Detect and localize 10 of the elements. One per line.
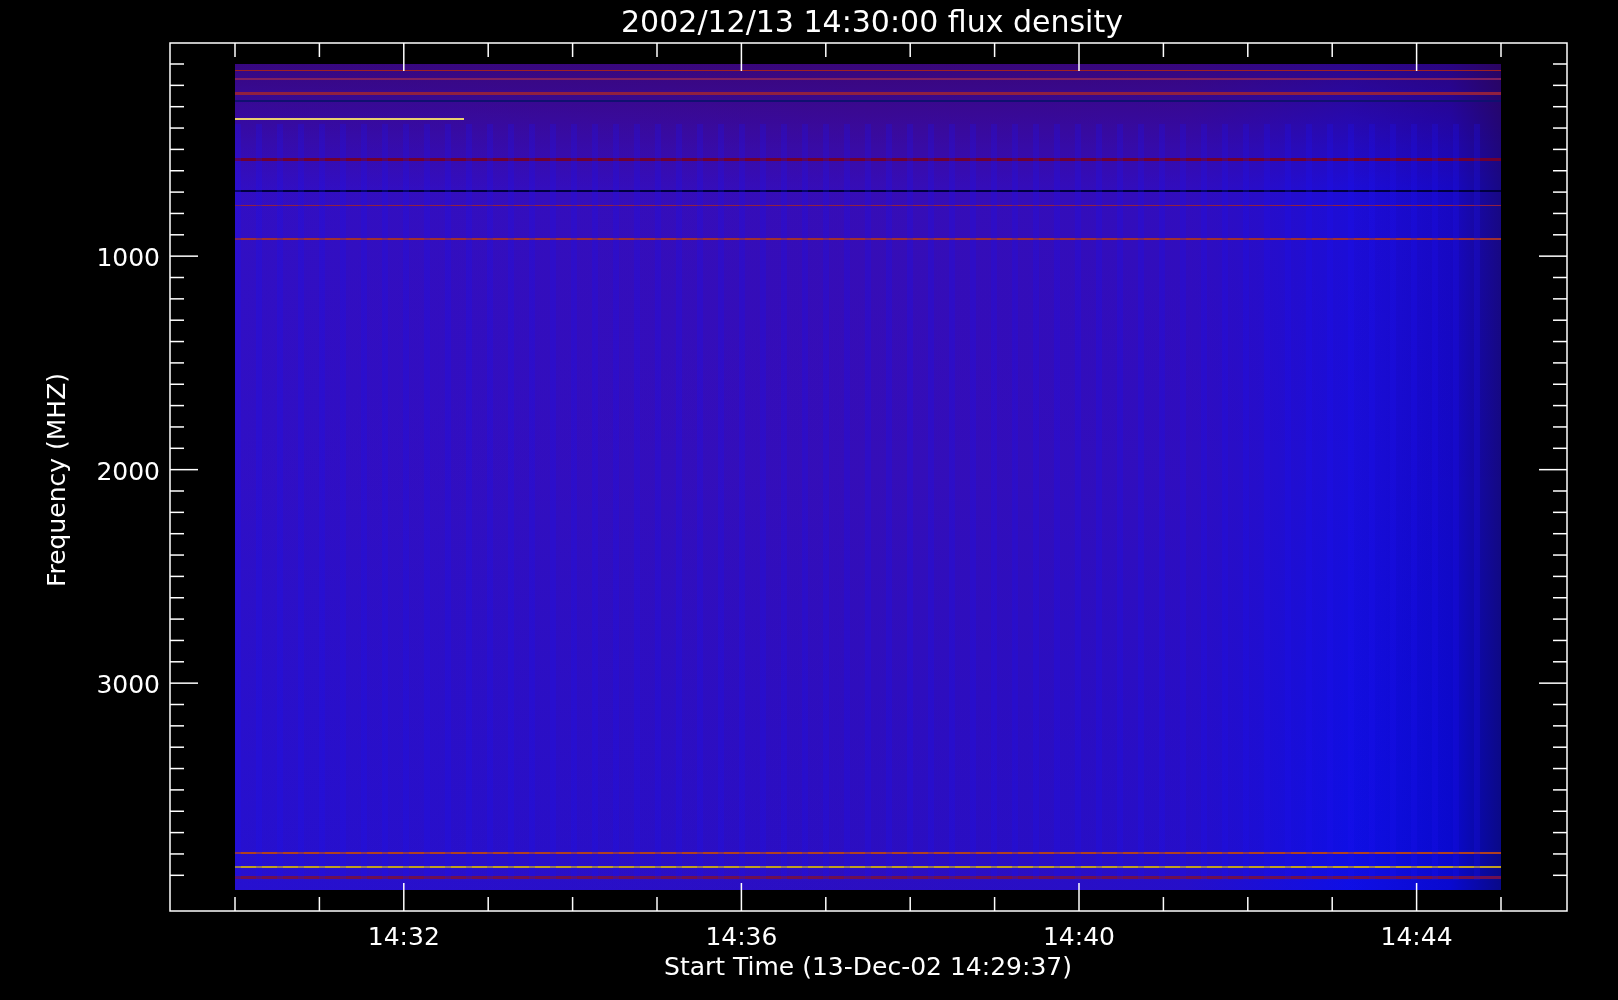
x-tick-label: 14:32 [367, 922, 440, 951]
y-tick-label: 1000 [96, 243, 160, 273]
y-tick-label: 3000 [96, 670, 160, 700]
x-tick-label: 14:44 [1380, 922, 1453, 951]
chart-title: 2002/12/13 14:30:00 flux density [621, 4, 1123, 39]
x-tick-label: 14:40 [1043, 922, 1115, 951]
x-tick-label: 14:36 [705, 922, 778, 951]
x-axis-title: Start Time (13-Dec-02 14:29:37) [664, 952, 1072, 981]
y-tick-label: 2000 [96, 456, 160, 486]
y-axis-title: Frequency (MHZ) [42, 372, 71, 588]
